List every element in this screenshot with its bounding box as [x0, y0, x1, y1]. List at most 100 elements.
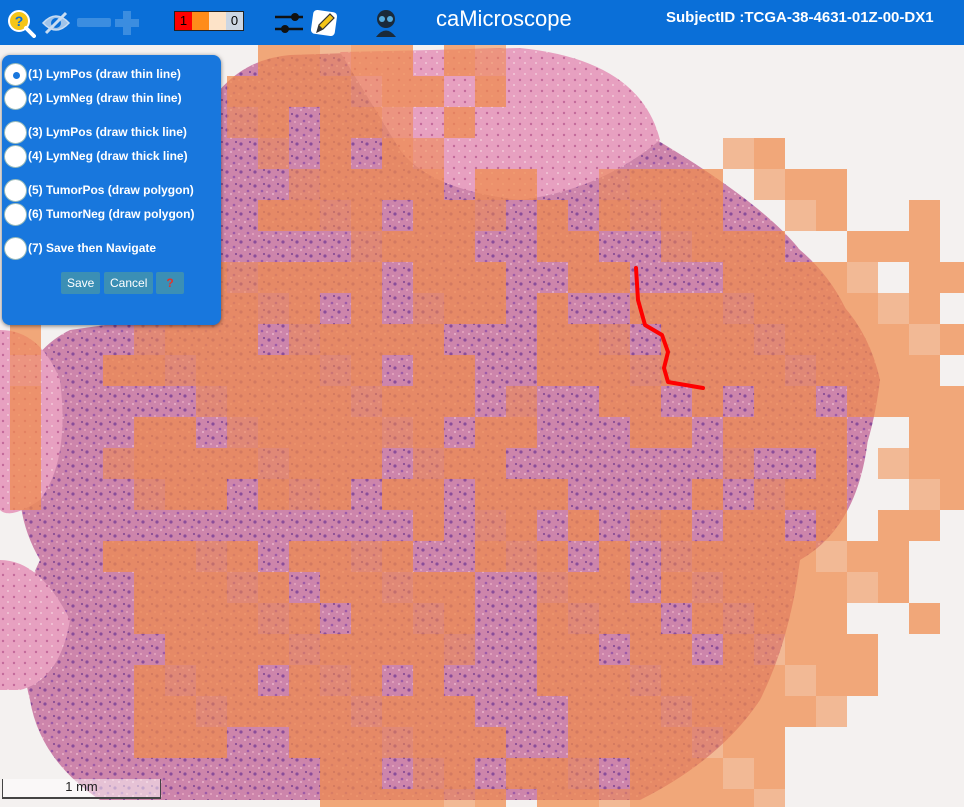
option-lympos-thin[interactable]: (1) LymPos (draw thin line) — [4, 62, 181, 86]
heatmap-tile — [289, 355, 320, 386]
radio-lympos-thick[interactable] — [4, 120, 27, 144]
user-icon[interactable] — [370, 0, 402, 45]
heatmap-tile — [413, 665, 444, 696]
heatmap-tile — [351, 448, 382, 479]
heatmap-tile — [165, 417, 196, 448]
heatmap-tile — [289, 541, 320, 572]
heatmap-tile — [227, 634, 258, 665]
heatmap-tile — [258, 355, 289, 386]
heatmap-tile — [692, 355, 723, 386]
heatmap-tile — [599, 789, 630, 807]
heatmap-tile — [165, 572, 196, 603]
heatmap-tile — [878, 448, 909, 479]
heatmap-tile — [382, 789, 413, 807]
heatmap-tile — [723, 510, 754, 541]
heatmap-tile — [227, 448, 258, 479]
radio-lympos-thin[interactable] — [4, 62, 27, 86]
heatmap-tile — [692, 169, 723, 200]
heatmap-tile — [568, 324, 599, 355]
heatmap-tile — [754, 572, 785, 603]
heatmap-tile — [568, 696, 599, 727]
help-button[interactable]: ? — [156, 272, 184, 294]
heatmap-tile — [413, 758, 444, 789]
zoom-plus-icon[interactable] — [112, 0, 142, 45]
heatmap-tile — [723, 696, 754, 727]
heatmap-tile — [630, 293, 661, 324]
heatmap-tile — [754, 417, 785, 448]
heatmap-tile — [227, 107, 258, 138]
heatmap-tile — [444, 603, 475, 634]
save-button[interactable]: Save — [61, 272, 101, 294]
pencil-draw-icon[interactable] — [308, 0, 340, 45]
scale-high-value: 0 — [226, 12, 243, 30]
heatmap-tile — [661, 572, 692, 603]
heatmap-tile — [103, 355, 134, 386]
heatmap-tile — [196, 696, 227, 727]
heatmap-tile — [816, 448, 847, 479]
option-label: (4) LymNeg (draw thick line) — [28, 149, 188, 163]
heatmap-tile — [940, 417, 964, 448]
cancel-button[interactable]: Cancel — [104, 272, 154, 294]
heatmap-tile — [878, 231, 909, 262]
option-lympos-thick[interactable]: (3) LymPos (draw thick line) — [4, 120, 187, 144]
heatmap-tile — [227, 665, 258, 696]
heatmap-tile — [351, 603, 382, 634]
heatmap-tile — [475, 293, 506, 324]
heatmap-tile — [816, 262, 847, 293]
heatmap-tile — [754, 789, 785, 807]
heatmap-tile — [413, 324, 444, 355]
heatmap-tile — [506, 510, 537, 541]
heatmap-tile — [413, 231, 444, 262]
heatmap-tile — [816, 541, 847, 572]
heatmap-scale[interactable]: 1 0 — [174, 11, 244, 31]
radio-save-navigate[interactable] — [4, 236, 27, 260]
heatmap-tile — [258, 634, 289, 665]
heatmap-tile — [413, 355, 444, 386]
option-tumorpos-polygon[interactable]: (5) TumorPos (draw polygon) — [4, 178, 194, 202]
help-zoom-icon[interactable]: ? — [4, 0, 38, 45]
visibility-toggle-icon[interactable] — [40, 0, 72, 45]
scale-color-mid — [192, 12, 209, 30]
heatmap-tile — [692, 727, 723, 758]
option-lymneg-thin[interactable]: (2) LymNeg (draw thin line) — [4, 86, 182, 110]
option-save-navigate[interactable]: (7) Save then Navigate — [4, 236, 156, 260]
radio-tumorpos-polygon[interactable] — [4, 178, 27, 202]
heatmap-tile — [630, 200, 661, 231]
heatmap-tile — [661, 789, 692, 807]
heatmap-tile — [661, 231, 692, 262]
zoom-slider-icon[interactable] — [74, 0, 114, 45]
heatmap-tile — [413, 200, 444, 231]
heatmap-tile — [475, 262, 506, 293]
heatmap-tile — [382, 727, 413, 758]
option-lymneg-thick[interactable]: (4) LymNeg (draw thick line) — [4, 144, 188, 168]
option-label: (7) Save then Navigate — [28, 241, 157, 255]
heatmap-tile — [506, 417, 537, 448]
heatmap-tile — [444, 386, 475, 417]
heatmap-tile — [506, 479, 537, 510]
heatmap-tile — [289, 293, 320, 324]
heatmap-tile — [351, 355, 382, 386]
top-toolbar: ? 1 0 caMicroscope SubjectID:TCGA-38-46… — [0, 0, 964, 45]
heatmap-tile — [630, 665, 661, 696]
heatmap-tile — [413, 169, 444, 200]
heatmap-tile — [723, 324, 754, 355]
heatmap-tile — [320, 138, 351, 169]
sliders-icon[interactable] — [272, 0, 306, 45]
heatmap-tile — [165, 324, 196, 355]
radio-lymneg-thin[interactable] — [4, 86, 27, 110]
radio-tumorneg-polygon[interactable] — [4, 202, 27, 226]
heatmap-tile — [909, 417, 940, 448]
radio-lymneg-thick[interactable] — [4, 144, 27, 168]
heatmap-tile — [351, 696, 382, 727]
heatmap-tile — [10, 355, 41, 386]
heatmap-tile — [847, 355, 878, 386]
heatmap-tile — [878, 293, 909, 324]
option-tumorneg-polygon[interactable]: (6) TumorNeg (draw polygon) — [4, 202, 194, 226]
heatmap-tile — [196, 634, 227, 665]
heatmap-tile — [878, 541, 909, 572]
heatmap-tile — [568, 727, 599, 758]
heatmap-tile — [320, 572, 351, 603]
heatmap-tile — [444, 727, 475, 758]
heatmap-tile — [165, 479, 196, 510]
heatmap-tile — [227, 76, 258, 107]
